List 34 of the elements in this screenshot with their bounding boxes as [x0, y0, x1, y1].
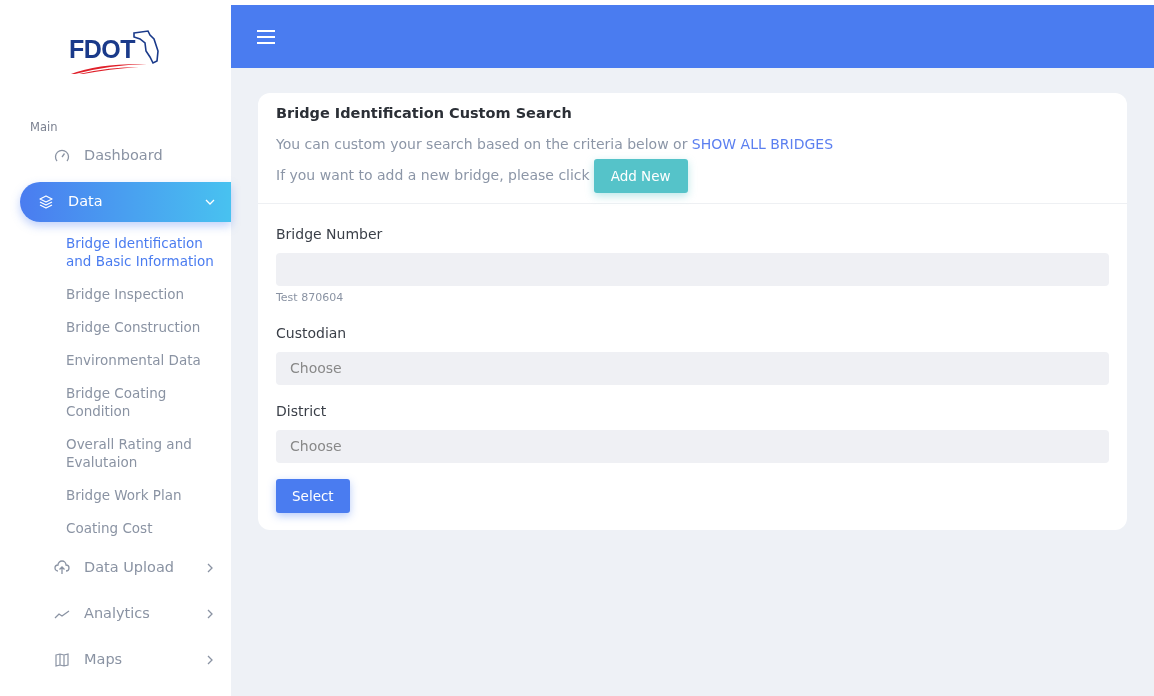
field-label: District [276, 401, 328, 421]
cloud-upload-icon [54, 560, 70, 577]
intro-text: You can custom your search based on the criteria below or SHOW ALL BRIDGES [276, 134, 835, 154]
submenu-item[interactable]: Bridge Inspection [66, 279, 231, 311]
add-new-button[interactable]: Add New [593, 158, 688, 193]
sidebar-item[interactable]: Data [20, 182, 231, 223]
chevron-icon [205, 563, 215, 574]
submenu-item[interactable]: Environmental Data [66, 345, 231, 377]
select-field[interactable]: Choose [276, 429, 1109, 463]
add-prompt-text: If you want to add a new bridge, please click [276, 166, 590, 186]
field-label: Bridge Number [276, 225, 384, 244]
sidebar-item[interactable]: Dashboard [20, 136, 231, 177]
submenu-item[interactable]: Bridge Coating Condition [66, 378, 231, 428]
layers-icon [38, 194, 54, 211]
submenu-item[interactable]: Bridge Identification and Basic Information [66, 228, 231, 278]
select-button[interactable]: Select [276, 478, 350, 513]
submenu-item[interactable]: Bridge Construction [66, 312, 231, 344]
sidebar-item[interactable]: Data Upload [20, 548, 231, 589]
chevron-icon [205, 609, 215, 620]
section-label: Main [30, 119, 59, 136]
submenu-item[interactable]: Bridge Work Plan [66, 480, 231, 512]
select-field[interactable]: Choose [276, 351, 1109, 385]
submenu-item[interactable]: Coating Cost [66, 513, 231, 545]
chevron-icon [205, 655, 215, 666]
show-all-link[interactable]: SHOW ALL BRIDGES [691, 135, 834, 152]
map-icon [54, 652, 70, 669]
logo: FDOT [68, 27, 162, 75]
field-label: Custodian [276, 323, 348, 343]
help-text: Test 870604 [276, 290, 345, 306]
submenu-item[interactable]: Overall Rating and Evalutaion [66, 429, 231, 479]
sidebar-item[interactable]: Maps [20, 640, 231, 681]
sidebar-item[interactable]: Analytics [20, 594, 231, 635]
card-title: Bridge Identification Custom Search [276, 104, 573, 123]
menu-icon[interactable] [257, 29, 275, 44]
